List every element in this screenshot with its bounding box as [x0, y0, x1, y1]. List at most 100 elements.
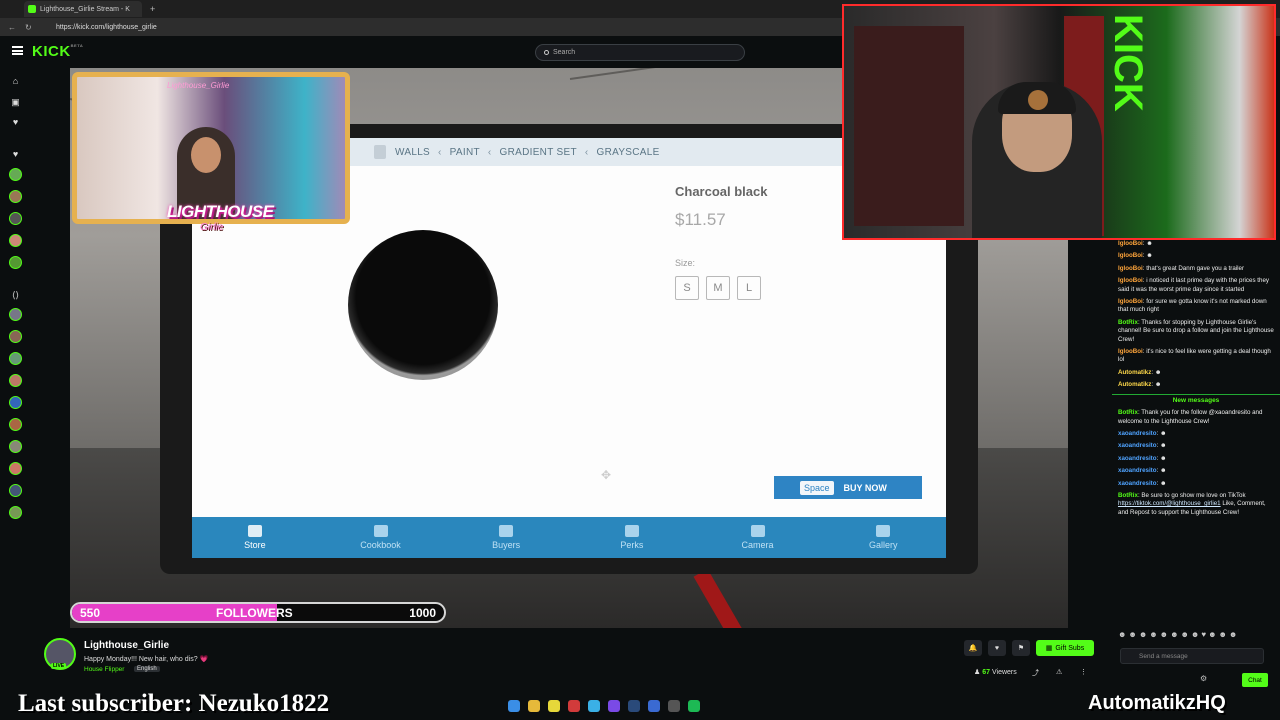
chat-username[interactable]: IglooBoi	[1118, 348, 1143, 355]
chat-username[interactable]: BotRix	[1118, 319, 1138, 326]
steam-icon[interactable]	[628, 700, 640, 712]
browser-tab[interactable]: Lighthouse_Girlie Stream - K	[24, 1, 142, 17]
chat-message: IglooBoi: i noticed it last prime day wi…	[1118, 277, 1269, 293]
sidebar-avatar[interactable]	[9, 484, 22, 497]
breadcrumb-grayscale[interactable]: GRAYSCALE	[597, 147, 660, 158]
sidebar-avatar[interactable]	[9, 352, 22, 365]
menu-icon[interactable]	[12, 46, 23, 55]
last-subscriber-overlay: Last subscriber: Nezuko1822	[18, 690, 330, 717]
chat-settings-icon[interactable]: ⚙	[1200, 674, 1207, 683]
browse-icon[interactable]: ▣	[11, 98, 20, 107]
stream-category[interactable]: House Flipper	[84, 666, 124, 673]
bell-icon[interactable]: 🔔	[964, 640, 982, 656]
chat-username[interactable]: Automatikz	[1118, 381, 1151, 388]
emote-icon: ☻	[1159, 454, 1167, 462]
chat-message: BotRix: Thank you for the follow @xaoand…	[1118, 409, 1263, 425]
new-tab-icon[interactable]: +	[150, 4, 155, 14]
taskbar-icons	[508, 700, 700, 712]
url-field[interactable]: https://kick.com/lighthouse_girlie	[56, 24, 157, 31]
edge-icon[interactable]	[588, 700, 600, 712]
sidebar-avatar[interactable]	[9, 462, 22, 475]
chat-username[interactable]: Automatikz	[1118, 369, 1151, 376]
sidebar-avatar[interactable]	[9, 418, 22, 431]
sidebar-avatar[interactable]	[9, 234, 22, 247]
sidebar-avatar[interactable]	[9, 190, 22, 203]
more-options-icon[interactable]: ⋮	[1080, 668, 1087, 676]
sidebar-avatar[interactable]	[9, 330, 22, 343]
channel-name[interactable]: Lighthouse_Girlie	[84, 640, 169, 651]
breadcrumb-walls[interactable]: WALLS	[395, 147, 430, 158]
following-icon[interactable]: ♥	[11, 118, 20, 127]
chat-username[interactable]: IglooBoi	[1118, 265, 1143, 272]
kick-logo[interactable]: KICKBETA	[32, 43, 83, 60]
chat-link[interactable]: https://tiktok.com/@lighthouse_girlie1	[1118, 500, 1221, 507]
people-icon	[499, 525, 514, 537]
sidebar-avatar[interactable]	[9, 256, 22, 269]
app-icon[interactable]	[648, 700, 660, 712]
chat-message: BotRix: Be sure to go show me love on Ti…	[1118, 491, 1266, 516]
chat-username[interactable]: IglooBoi	[1118, 252, 1143, 259]
size-option-m[interactable]: M	[706, 276, 730, 300]
chat-username[interactable]: IglooBoi	[1118, 240, 1143, 247]
chat-message-input[interactable]: Send a message	[1120, 648, 1264, 664]
left-sidebar: ⌂ ▣ ♥ ♥ ⟨⟩	[0, 68, 32, 628]
tab-buyers[interactable]: Buyers	[443, 517, 569, 558]
tab-store[interactable]: Store	[192, 517, 318, 558]
followers-current: 550	[80, 606, 101, 620]
sidebar-avatar[interactable]	[9, 440, 22, 453]
back-icon[interactable]: ←	[8, 23, 16, 32]
pin-icon[interactable]: ⚑	[1012, 640, 1030, 656]
gift-icon: ▦	[1045, 645, 1053, 652]
chat-username[interactable]: IglooBoi	[1118, 298, 1143, 305]
gift-subs-button[interactable]: ▦ Gift Subs	[1036, 640, 1094, 656]
reload-icon[interactable]: ↻	[25, 23, 32, 32]
sidebar-avatar[interactable]	[9, 374, 22, 387]
discord-icon[interactable]	[608, 700, 620, 712]
search-input[interactable]: Search	[535, 44, 745, 61]
chat-message: IglooBoi: it's nice to feel like were ge…	[1118, 348, 1271, 364]
breadcrumb-paint[interactable]: PAINT	[450, 147, 480, 158]
chat-username[interactable]: xaoandresito	[1118, 480, 1157, 487]
size-option-l[interactable]: L	[737, 276, 761, 300]
chat-username[interactable]: BotRix	[1118, 409, 1138, 416]
followers-goal: 1000	[409, 606, 436, 620]
sidebar-avatar[interactable]	[9, 212, 22, 225]
language-tag[interactable]: English	[134, 666, 160, 672]
report-icon[interactable]: ⚠	[1056, 668, 1062, 676]
tab-camera[interactable]: Camera	[695, 517, 821, 558]
sidebar-avatar[interactable]	[9, 396, 22, 409]
webcam-title: Lighthouse_Girlie	[167, 81, 230, 90]
windows-start-icon[interactable]	[508, 700, 520, 712]
category-icon[interactable]	[374, 145, 386, 159]
chat-username[interactable]: BotRix	[1118, 492, 1138, 499]
app-icon[interactable]	[668, 700, 680, 712]
share-icon[interactable]: ⤴	[1032, 668, 1039, 678]
chat-send-button[interactable]: Chat	[1242, 673, 1268, 687]
chat-username[interactable]: xaoandresito	[1118, 430, 1157, 437]
tab-cookbook[interactable]: Cookbook	[318, 517, 444, 558]
sidebar-avatar[interactable]	[9, 506, 22, 519]
followed-channels-icon: ♥	[12, 149, 19, 159]
chat-username[interactable]: xaoandresito	[1118, 455, 1157, 462]
tab-perks[interactable]: Perks	[569, 517, 695, 558]
cutlery-icon	[373, 525, 388, 537]
chat-username[interactable]: xaoandresito	[1118, 467, 1157, 474]
obs-icon[interactable]	[568, 700, 580, 712]
heart-icon[interactable]: ♥	[988, 640, 1006, 656]
notes-icon[interactable]	[548, 700, 560, 712]
tab-gallery[interactable]: Gallery	[820, 517, 946, 558]
breadcrumb-gradient-set[interactable]: GRADIENT SET	[500, 147, 577, 158]
chat-message: xaoandresito: ☻	[1118, 454, 1167, 462]
buy-now-button[interactable]: Space BUY NOW	[774, 476, 922, 499]
home-icon[interactable]: ⌂	[11, 77, 20, 86]
chat-username[interactable]: xaoandresito	[1118, 442, 1157, 449]
emote-icon: ☻	[1146, 240, 1153, 247]
sidebar-avatar[interactable]	[9, 308, 22, 321]
spotify-icon[interactable]	[688, 700, 700, 712]
chat-username[interactable]: IglooBoi	[1118, 277, 1143, 284]
size-option-s[interactable]: S	[675, 276, 699, 300]
emote-icon: ☻	[1159, 442, 1167, 450]
file-explorer-icon[interactable]	[528, 700, 540, 712]
sidebar-avatar[interactable]	[9, 168, 22, 181]
emote-bar[interactable]: ☻☻☻☻☻☻☻☻♥☻☻☻	[1118, 630, 1239, 639]
